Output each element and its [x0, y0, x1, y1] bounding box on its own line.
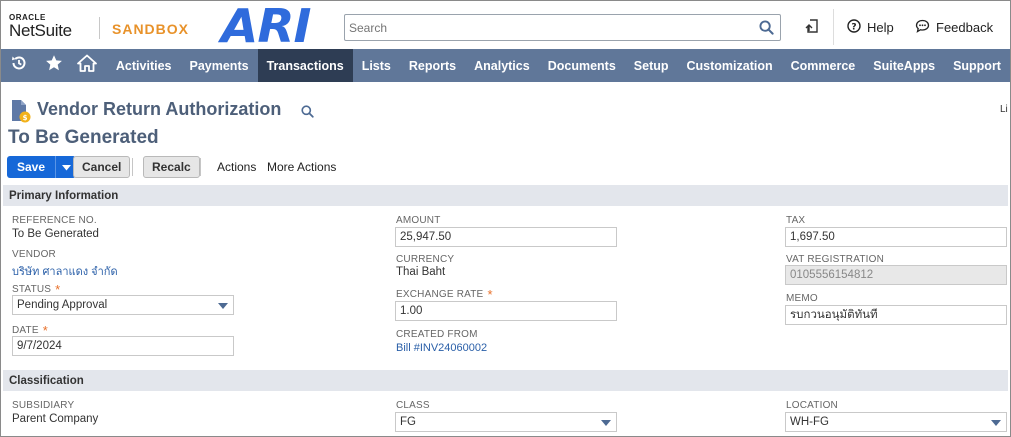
save-button-group: Save — [7, 156, 77, 178]
toolbar-divider — [200, 158, 201, 176]
svg-text:$: $ — [23, 114, 28, 122]
subsidiary-value: Parent Company — [12, 413, 99, 425]
class-select[interactable]: FG — [395, 412, 617, 432]
nav-home[interactable] — [71, 49, 104, 82]
nav-payments[interactable]: Payments — [181, 49, 258, 82]
nav-support[interactable]: Support — [944, 49, 1010, 82]
history-icon — [10, 54, 28, 77]
exchange-rate-label: EXCHANGE RATE * — [396, 287, 493, 302]
search-record-icon[interactable] — [301, 105, 314, 123]
location-select-value: WH-FG — [790, 416, 829, 428]
toolbar-divider — [132, 158, 133, 176]
global-search[interactable] — [344, 14, 781, 41]
exchange-rate-input[interactable]: 1.00 — [395, 301, 617, 321]
cancel-button[interactable]: Cancel — [73, 156, 131, 178]
classification-section[interactable]: Classification — [3, 370, 1008, 391]
help-label: Help — [867, 20, 894, 35]
amount-input[interactable]: 25,947.50 — [395, 227, 617, 247]
memo-input[interactable]: รบกวนอนุมัติทันที — [785, 305, 1007, 325]
status-select-value: Pending Approval — [17, 299, 108, 311]
nav-documents[interactable]: Documents — [539, 49, 625, 82]
feedback-link[interactable]: Feedback — [915, 19, 993, 36]
company-brand-logo: ARI — [221, 0, 311, 53]
netsuite-logo[interactable]: ORACLE NetSuite — [9, 13, 72, 40]
subsidiary-label: SUBSIDIARY — [12, 400, 75, 411]
tax-label: TAX — [786, 215, 806, 226]
nav-setup[interactable]: Setup — [625, 49, 678, 82]
nav-suiteapps[interactable]: SuiteApps — [864, 49, 944, 82]
header-divider — [833, 9, 834, 45]
home-icon — [77, 54, 98, 77]
recalc-button[interactable]: Recalc — [143, 156, 200, 178]
nav-recent[interactable] — [1, 49, 38, 82]
truncated-edge-link[interactable]: Li — [1000, 104, 1008, 115]
currency-value: Thai Baht — [396, 266, 446, 278]
amount-label: AMOUNT — [396, 215, 441, 226]
nav-transactions[interactable]: Transactions — [257, 49, 353, 82]
help-link[interactable]: ? Help — [847, 19, 894, 36]
netsuite-wordmark: NetSuite — [9, 21, 72, 40]
nav-favorites[interactable] — [38, 49, 71, 82]
memo-label: MEMO — [786, 293, 818, 304]
date-input[interactable]: 9/7/2024 — [12, 336, 234, 356]
feedback-label: Feedback — [936, 20, 994, 35]
record-number-title: To Be Generated — [8, 127, 159, 148]
vat-registration-field: 0105556154812 — [785, 265, 1007, 285]
nav-reports[interactable]: Reports — [400, 49, 465, 82]
status-label-text: STATUS — [12, 284, 52, 295]
class-select-value: FG — [400, 416, 416, 428]
nav-analytics[interactable]: Analytics — [465, 49, 539, 82]
currency-label: CURRENCY — [396, 254, 455, 265]
nav-commerce[interactable]: Commerce — [782, 49, 865, 82]
reference-no-value: To Be Generated — [12, 228, 99, 240]
vendor-link[interactable]: บริษัท ศาลาแดง จำกัด — [12, 262, 118, 280]
status-select[interactable]: Pending Approval — [12, 295, 234, 315]
date-label-text: DATE — [12, 325, 39, 336]
search-input[interactable] — [345, 15, 745, 40]
question-circle-icon: ? — [847, 19, 861, 36]
top-header: ORACLE NetSuite SANDBOX ARI ? Help Feed — [1, 0, 1010, 53]
recent-records-icon[interactable] — [805, 18, 821, 39]
primary-information-section[interactable]: Primary Information — [3, 185, 1008, 206]
search-icon[interactable] — [759, 20, 774, 40]
reference-no-label: REFERENCE NO. — [12, 215, 97, 226]
location-select[interactable]: WH-FG — [785, 412, 1007, 432]
more-actions-menu[interactable]: More Actions — [267, 160, 336, 174]
dropdown-arrow-icon — [991, 420, 1001, 426]
nav-lists[interactable]: Lists — [353, 49, 400, 82]
dropdown-arrow-icon — [601, 420, 611, 426]
location-label: LOCATION — [786, 400, 838, 411]
svg-text:?: ? — [851, 23, 856, 33]
vendor-return-record-icon: $ — [10, 99, 32, 128]
exchange-rate-label-text: EXCHANGE RATE — [396, 289, 484, 300]
vat-registration-label: VAT REGISTRATION — [786, 254, 885, 265]
chat-bubble-icon — [915, 19, 930, 36]
nav-customization[interactable]: Customization — [678, 49, 782, 82]
dropdown-arrow-icon — [218, 303, 228, 309]
sandbox-label: SANDBOX — [112, 21, 190, 37]
created-from-label: CREATED FROM — [396, 329, 478, 340]
tax-input[interactable]: 1,697.50 — [785, 227, 1007, 247]
logo-divider — [99, 17, 100, 39]
netsuite-window: ORACLE NetSuite SANDBOX ARI ? Help Feed — [0, 0, 1011, 437]
main-nav: Activities Payments Transactions Lists R… — [1, 49, 1010, 82]
created-from-link[interactable]: Bill #INV24060002 — [396, 342, 487, 354]
page-title: Vendor Return Authorization — [37, 99, 282, 119]
nav-activities[interactable]: Activities — [104, 49, 181, 82]
class-label: CLASS — [396, 400, 430, 411]
required-asterisk: * — [487, 287, 493, 302]
chevron-down-icon — [61, 160, 71, 174]
star-icon — [45, 54, 63, 77]
vendor-label: VENDOR — [12, 249, 56, 260]
save-button[interactable]: Save — [7, 156, 57, 178]
actions-menu[interactable]: Actions — [217, 160, 256, 174]
